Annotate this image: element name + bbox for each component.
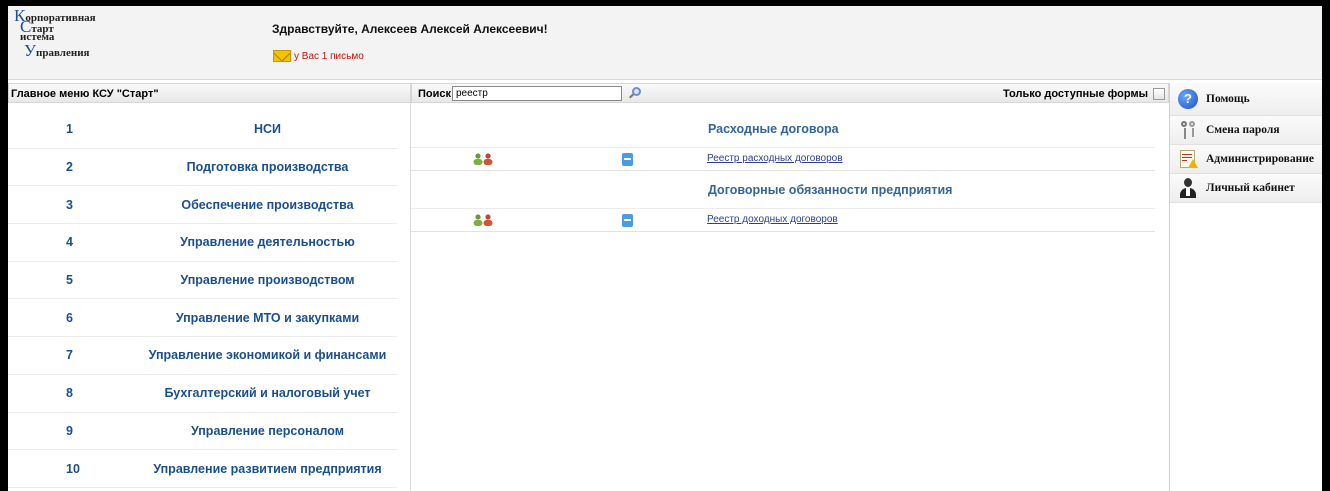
result-link[interactable]: Реестр расходных договоров xyxy=(707,153,843,164)
menu-item-number: 2 xyxy=(66,160,73,175)
envelope-icon xyxy=(273,50,291,62)
logo: Корпоративная Старт истема Управления xyxy=(14,6,96,60)
greeting-text: Здравствуйте, Алексеев Алексей Алексееви… xyxy=(272,22,548,36)
result-group-title: Расходные договора xyxy=(411,110,1155,148)
search-results: Расходные договора Реестр расходных дого… xyxy=(411,110,1155,232)
menu-item-6[interactable]: 6 Управление МТО и закупками xyxy=(8,299,397,338)
side-item-change-password[interactable]: Смена пароля xyxy=(1170,116,1322,145)
menu-item-number: 3 xyxy=(66,197,73,212)
menu-item-9[interactable]: 9 Управление персоналом xyxy=(8,413,397,451)
header: Корпоративная Старт истема Управления Зд… xyxy=(8,6,1322,80)
search-label: Поиск xyxy=(418,88,452,100)
admin-document-icon xyxy=(1178,149,1198,169)
result-group-title: Договорные обязанности предприятия xyxy=(411,171,1155,209)
menu-item-number: 4 xyxy=(66,235,73,250)
menu-item-label[interactable]: Подготовка производства xyxy=(138,160,397,174)
result-row: Реестр доходных договоров xyxy=(411,209,1155,232)
menu-item-number: 7 xyxy=(66,348,73,363)
users-icon xyxy=(473,153,493,165)
menu-item-number: 5 xyxy=(66,273,73,288)
only-available-forms-checkbox[interactable] xyxy=(1153,88,1165,100)
menu-item-7[interactable]: 7 Управление экономикой и финансами xyxy=(8,337,397,375)
side-item-help[interactable]: ? Помощь xyxy=(1170,83,1322,116)
menu-item-number: 1 xyxy=(66,122,73,137)
help-icon: ? xyxy=(1178,89,1198,109)
menu-item-label[interactable]: Управление МТО и закупками xyxy=(138,311,397,325)
user-icon xyxy=(1178,178,1198,198)
users-icon xyxy=(473,214,493,226)
side-item-administration[interactable]: Администрирование xyxy=(1170,145,1322,174)
menu-item-label[interactable]: Управление развитием предприятия xyxy=(138,462,397,476)
menu-item-10[interactable]: 10 Управление развитием предприятия xyxy=(8,450,397,488)
menu-item-number: 6 xyxy=(66,310,73,325)
side-item-label[interactable]: Помощь xyxy=(1206,93,1250,105)
menu-item-label[interactable]: Управление персоналом xyxy=(138,424,397,438)
search-bar: Поиск Только доступные формы xyxy=(411,83,1169,103)
menu-item-label[interactable]: Обеспечение производства xyxy=(138,198,397,212)
side-item-label[interactable]: Смена пароля xyxy=(1206,124,1280,136)
side-item-label[interactable]: Администрирование xyxy=(1206,153,1314,165)
menu-item-number: 10 xyxy=(66,461,80,476)
only-available-forms-label: Только доступные формы xyxy=(1003,88,1148,100)
result-link[interactable]: Реестр доходных договоров xyxy=(707,214,838,225)
menu-item-number: 8 xyxy=(66,386,73,401)
menu-item-5[interactable]: 5 Управление производством xyxy=(8,262,397,300)
side-item-personal-account[interactable]: Личный кабинет xyxy=(1170,174,1322,203)
menu-item-label[interactable]: Управление производством xyxy=(138,273,397,287)
menu-item-8[interactable]: 8 Бухгалтерский и налоговый учет xyxy=(8,375,397,413)
main-menu-header: Главное меню КСУ "Старт" xyxy=(8,83,411,103)
menu-item-label[interactable]: НСИ xyxy=(138,122,397,136)
side-item-label[interactable]: Личный кабинет xyxy=(1206,182,1295,194)
main-menu: 1 НСИ 2 Подготовка производства 3 Обеспечен… xyxy=(8,111,397,488)
keys-icon xyxy=(1178,120,1198,140)
menu-item-4[interactable]: 4 Управление деятельностью xyxy=(8,224,397,262)
mail-notification-text[interactable]: у Вас 1 письмо xyxy=(294,51,364,62)
menu-item-label[interactable]: Бухгалтерский и налоговый учет xyxy=(138,386,397,400)
menu-item-2[interactable]: 2 Подготовка производства xyxy=(8,149,397,187)
form-icon[interactable] xyxy=(622,153,633,166)
result-row: Реестр расходных договоров xyxy=(411,148,1155,171)
menu-item-1[interactable]: 1 НСИ xyxy=(8,111,397,149)
side-panel: ? Помощь Смена пароля Администрирование … xyxy=(1170,83,1322,203)
menu-item-label[interactable]: Управление экономикой и финансами xyxy=(138,348,397,362)
menu-item-label[interactable]: Управление деятельностью xyxy=(138,235,397,249)
search-icon[interactable] xyxy=(628,86,642,100)
search-input[interactable] xyxy=(452,86,622,101)
mail-notification[interactable]: у Вас 1 письмо xyxy=(273,50,364,62)
menu-item-3[interactable]: 3 Обеспечение производства xyxy=(8,186,397,225)
form-icon[interactable] xyxy=(622,214,633,227)
menu-item-number: 9 xyxy=(66,423,73,438)
